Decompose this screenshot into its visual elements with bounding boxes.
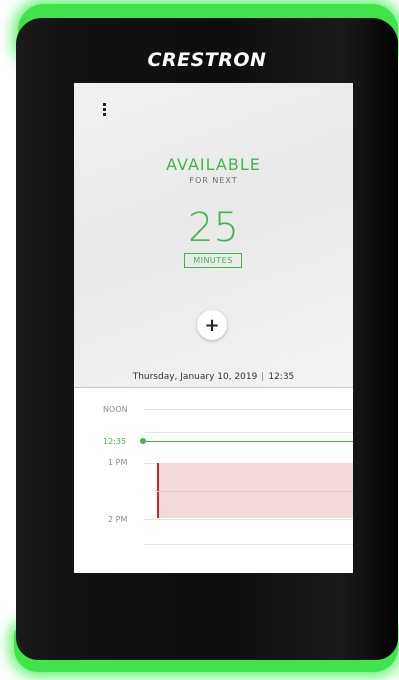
timeline-gridline-2pm <box>144 519 353 520</box>
availability-status: AVAILABLE <box>166 155 261 174</box>
kebab-icon[interactable] <box>103 103 107 117</box>
plus-icon: + <box>204 314 220 336</box>
available-minutes: 25 <box>188 205 239 251</box>
datetime-divider <box>262 372 264 381</box>
room-status-panel: AVAILABLE FOR NEXT 25 MINUTES + Thursday… <box>74 83 353 388</box>
minutes-label: MINUTES <box>184 253 242 268</box>
timeline-gridline-half <box>144 432 353 433</box>
schedule-timeline[interactable]: NOON 12:35 1 PM 2 PM <box>74 388 353 573</box>
touch-screen: AVAILABLE FOR NEXT 25 MINUTES + Thursday… <box>74 83 353 573</box>
current-datetime: Thursday, January 10, 2019 12:35 <box>74 372 353 382</box>
timeline-label-now: 12:35 <box>103 437 127 446</box>
bezel-shade <box>368 18 398 660</box>
timeline-label-noon: NOON <box>103 405 128 414</box>
meeting-half-line <box>157 491 353 492</box>
timeline-gridline-noon <box>144 409 353 410</box>
brand-logo: CRESTRON <box>147 49 267 71</box>
availability-subtitle: FOR NEXT <box>189 176 238 185</box>
current-time-line <box>144 441 353 442</box>
current-time: 12:35 <box>268 372 295 382</box>
meeting-block[interactable] <box>157 463 353 518</box>
add-meeting-button[interactable]: + <box>197 310 227 340</box>
timeline-label-1pm: 1 PM <box>108 458 128 467</box>
timeline-gridline-230 <box>144 544 353 545</box>
timeline-label-2pm: 2 PM <box>108 515 128 524</box>
current-date: Thursday, January 10, 2019 <box>132 372 258 382</box>
